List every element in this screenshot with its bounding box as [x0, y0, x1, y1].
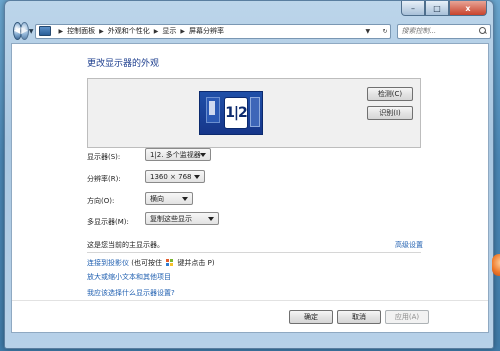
chevron-right-icon[interactable]: ▶: [180, 28, 185, 35]
window-controls: – □ x: [401, 1, 487, 16]
orientation-label: 方向(O):: [87, 197, 115, 205]
monitor-preview-area: 1|2 检测(C) 识别(I): [87, 78, 421, 148]
search-icon[interactable]: [479, 27, 487, 35]
windows-logo-icon: [166, 259, 174, 266]
refresh-icon[interactable]: ↻: [382, 28, 387, 35]
display-label: 显示器(S):: [87, 153, 121, 161]
multiple-displays-select-value: 复制这些显示: [150, 214, 192, 223]
monitor-thumbnail[interactable]: 1|2: [199, 91, 263, 135]
page-title: 更改显示器的外观: [87, 59, 160, 69]
projector-hint-suffix: 键并点击 P): [177, 259, 215, 267]
chevron-down-icon: [182, 197, 188, 201]
chevron-down-icon: [200, 153, 206, 157]
search-box[interactable]: [397, 23, 492, 39]
forward-button[interactable]: ▶: [19, 22, 29, 40]
display-select-value: 1|2. 多个监视器: [150, 150, 201, 159]
breadcrumb-display[interactable]: 显示: [162, 26, 176, 36]
multiple-displays-select[interactable]: 复制这些显示: [145, 212, 219, 225]
divider: [87, 252, 421, 253]
control-panel-icon: [39, 26, 52, 36]
address-bar[interactable]: ▶ 控制面板 ▶ 外观和个性化 ▶ 显示 ▶ 屏幕分辨率 ▼ ↻: [35, 23, 392, 39]
ok-button[interactable]: 确定: [289, 310, 333, 324]
search-input[interactable]: [401, 27, 478, 35]
resolution-select-value: 1360 × 768: [150, 172, 192, 181]
chevron-right-icon[interactable]: ▶: [154, 28, 159, 35]
recent-pages-dropdown[interactable]: ▼: [29, 28, 34, 35]
chevron-down-icon: [194, 175, 200, 179]
resolution-label: 分辨率(R):: [87, 175, 121, 183]
detect-button[interactable]: 检测(C): [367, 87, 413, 101]
chevron-down-icon[interactable]: ▼: [365, 28, 370, 35]
projector-row: 连接到投影仪 (也可按住 键并点击 P): [87, 258, 215, 268]
multiple-displays-label: 多显示器(M):: [87, 218, 129, 226]
identify-button[interactable]: 识别(I): [367, 106, 413, 120]
desktop-orb-icon: [492, 254, 500, 276]
main-display-info: 这是您当前的主显示器。: [87, 241, 164, 249]
enlarge-text-link[interactable]: 放大或缩小文本和其他项目: [87, 272, 171, 282]
main-content: 更改显示器的外观 1|2 检测(C) 识别(I) 显示器(S): 1|2. 多个…: [11, 43, 489, 333]
breadcrumb-screen-resolution[interactable]: 屏幕分辨率: [189, 26, 224, 36]
chevron-down-icon: [208, 217, 214, 221]
monitor-window-icon: [250, 97, 260, 127]
breadcrumb-appearance[interactable]: 外观和个性化: [108, 26, 150, 36]
which-settings-link[interactable]: 我应该选择什么显示器设置?: [87, 288, 175, 298]
orientation-select[interactable]: 横向: [145, 192, 193, 205]
footer-divider: [12, 300, 488, 301]
advanced-settings-link[interactable]: 高级设置: [395, 240, 423, 250]
chevron-right-icon[interactable]: ▶: [99, 28, 104, 35]
close-button[interactable]: x: [449, 1, 487, 16]
navigation-bar: ◀ ▶ ▼ ▶ 控制面板 ▶ 外观和个性化 ▶ 显示 ▶ 屏幕分辨率 ▼ ↻: [13, 21, 492, 41]
maximize-button[interactable]: □: [425, 1, 449, 16]
projector-hint-prefix: (也可按住: [131, 259, 162, 267]
breadcrumb-control-panel[interactable]: 控制面板: [67, 26, 95, 36]
resolution-select[interactable]: 1360 × 768: [145, 170, 205, 183]
connect-projector-link[interactable]: 连接到投影仪: [87, 259, 129, 267]
display-select[interactable]: 1|2. 多个监视器: [145, 148, 211, 161]
chevron-right-icon[interactable]: ▶: [58, 28, 63, 35]
monitor-window-icon: [206, 97, 220, 123]
control-panel-window: – □ x ◀ ▶ ▼ ▶ 控制面板 ▶ 外观和个性化 ▶ 显示 ▶ 屏幕分辨率…: [4, 0, 494, 349]
apply-button[interactable]: 应用(A): [385, 310, 429, 324]
address-actions: ▼ ↻: [365, 28, 390, 35]
cancel-button[interactable]: 取消: [337, 310, 381, 324]
monitor-number-badge: 1|2: [224, 97, 248, 129]
orientation-select-value: 横向: [150, 194, 164, 203]
minimize-button[interactable]: –: [401, 1, 425, 16]
